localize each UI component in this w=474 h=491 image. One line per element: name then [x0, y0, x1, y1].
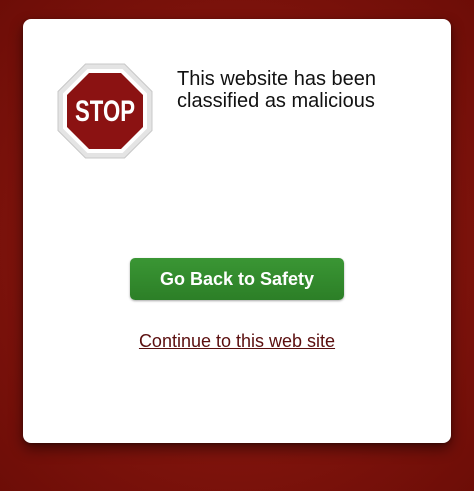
continue-to-site-link[interactable]: Continue to this web site [23, 331, 451, 352]
go-back-to-safety-button[interactable]: Go Back to Safety [130, 258, 344, 300]
stop-sign-icon: STOP [57, 63, 153, 159]
warning-card: STOP This website has been classified as… [23, 19, 451, 443]
stop-sign-label: STOP [75, 95, 135, 128]
warning-headline: This website has been classified as mali… [177, 68, 377, 112]
